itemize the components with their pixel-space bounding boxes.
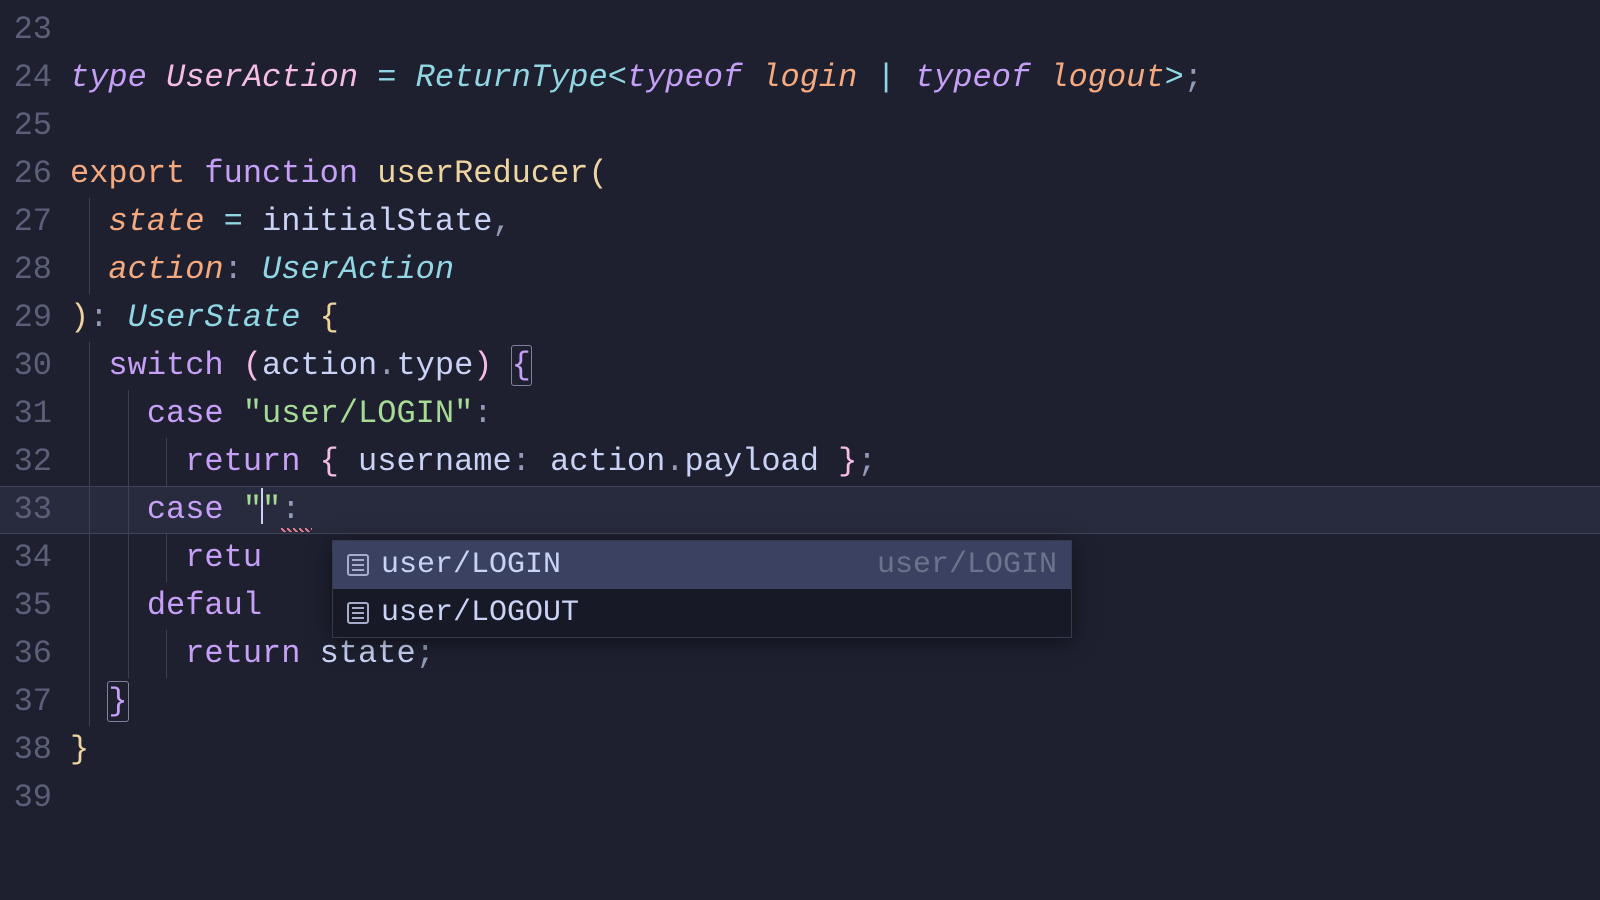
keyword-type: type bbox=[70, 59, 147, 96]
ident-login: login bbox=[761, 59, 857, 96]
line-number: 24 bbox=[0, 54, 52, 102]
line-number: 31 bbox=[0, 390, 52, 438]
keyword-return-partial: retu bbox=[185, 539, 262, 576]
autocomplete-detail: user/LOGIN bbox=[817, 541, 1057, 589]
code-line[interactable]: state = initialState, bbox=[70, 198, 1600, 246]
param-state: state bbox=[108, 203, 204, 240]
line-number: 28 bbox=[0, 246, 52, 294]
type-userstate: UserState bbox=[128, 299, 301, 336]
code-editor[interactable]: 2324252627282930313233343536373839 type … bbox=[0, 0, 1600, 900]
line-number-gutter: 2324252627282930313233343536373839 bbox=[0, 6, 70, 900]
code-line[interactable] bbox=[70, 6, 1600, 54]
code-area[interactable]: type UserAction = ReturnType<typeof logi… bbox=[70, 6, 1600, 900]
keyword-switch: switch bbox=[108, 347, 223, 384]
code-line[interactable]: type UserAction = ReturnType<typeof logi… bbox=[70, 54, 1600, 102]
keyword-typeof: typeof bbox=[915, 59, 1030, 96]
line-number: 33 bbox=[0, 486, 52, 534]
keyword-return: return bbox=[185, 443, 300, 480]
autocomplete-item[interactable]: user/LOGINuser/LOGIN bbox=[333, 541, 1071, 589]
line-number: 25 bbox=[0, 102, 52, 150]
autocomplete-item[interactable]: user/LOGOUT bbox=[333, 589, 1071, 637]
autocomplete-popup[interactable]: user/LOGINuser/LOGINuser/LOGOUT bbox=[332, 540, 1072, 638]
autocomplete-label: user/LOGOUT bbox=[381, 589, 1057, 637]
code-line[interactable]: ): UserState { bbox=[70, 294, 1600, 342]
keyword-export: export bbox=[70, 155, 185, 192]
keyword-function: function bbox=[204, 155, 358, 192]
code-line[interactable]: return { username: action.payload }; bbox=[70, 438, 1600, 486]
line-number: 29 bbox=[0, 294, 52, 342]
code-line[interactable]: case "": bbox=[70, 486, 1600, 534]
keyword-case: case bbox=[147, 395, 224, 432]
line-number: 34 bbox=[0, 534, 52, 582]
code-line[interactable] bbox=[70, 774, 1600, 822]
error-squiggle bbox=[281, 528, 312, 532]
line-number: 23 bbox=[0, 6, 52, 54]
code-line[interactable]: case "user/LOGIN": bbox=[70, 390, 1600, 438]
keyword-default-partial: defaul bbox=[147, 587, 262, 624]
line-number: 37 bbox=[0, 678, 52, 726]
string-literal: "user/LOGIN" bbox=[243, 395, 473, 432]
code-line[interactable]: } bbox=[70, 726, 1600, 774]
enum-member-icon bbox=[347, 602, 369, 624]
line-number: 39 bbox=[0, 774, 52, 822]
line-number: 30 bbox=[0, 342, 52, 390]
type-name: UserAction bbox=[166, 59, 358, 96]
autocomplete-label: user/LOGIN bbox=[381, 541, 805, 589]
function-name: userReducer bbox=[377, 155, 588, 192]
brace-close: } bbox=[108, 682, 127, 721]
code-line[interactable]: action: UserAction bbox=[70, 246, 1600, 294]
line-number: 32 bbox=[0, 438, 52, 486]
param-action: action bbox=[108, 251, 223, 288]
keyword-case: case bbox=[147, 491, 224, 528]
line-number: 35 bbox=[0, 582, 52, 630]
type-returntype: ReturnType bbox=[416, 59, 608, 96]
code-line[interactable] bbox=[70, 102, 1600, 150]
line-number: 36 bbox=[0, 630, 52, 678]
line-number: 38 bbox=[0, 726, 52, 774]
ident-state: state bbox=[320, 635, 416, 672]
ident-initialstate: initialState bbox=[262, 203, 492, 240]
code-line[interactable]: export function userReducer( bbox=[70, 150, 1600, 198]
type-useraction: UserAction bbox=[262, 251, 454, 288]
keyword-typeof: typeof bbox=[627, 59, 742, 96]
code-line[interactable]: } bbox=[70, 678, 1600, 726]
keyword-return: return bbox=[185, 635, 300, 672]
ident-logout: logout bbox=[1049, 59, 1164, 96]
line-number: 26 bbox=[0, 150, 52, 198]
enum-member-icon bbox=[347, 554, 369, 576]
code-line[interactable]: switch (action.type) { bbox=[70, 342, 1600, 390]
line-number: 27 bbox=[0, 198, 52, 246]
brace-open: { bbox=[512, 346, 531, 385]
